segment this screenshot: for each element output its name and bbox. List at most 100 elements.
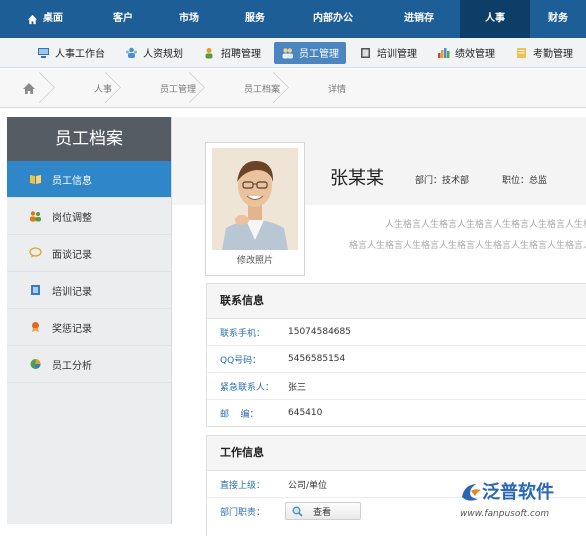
breadcrumb-item[interactable]: 员工管理 — [134, 69, 218, 107]
sidebar-title: 员工档案 — [7, 117, 171, 161]
top-nav-label: 服务 — [245, 13, 265, 24]
position-value: 总监 — [529, 176, 548, 186]
top-nav-label: 财务 — [548, 13, 568, 24]
field-value: 张三 — [288, 382, 307, 393]
department-value: 技术部 — [442, 176, 470, 186]
award-icon — [32, 322, 39, 332]
subnav-label: 招聘管理 — [221, 49, 261, 60]
avatar-image — [212, 148, 298, 250]
field-label: 邮 编： — [220, 409, 259, 420]
motto-line: 格言人生格言人生格言人生格言人生格言人生格言人生格言人 — [348, 241, 586, 251]
user-icon — [205, 47, 213, 58]
sidebar-item-interview-records[interactable]: 面谈记录 — [7, 235, 171, 272]
top-nav-label: 人事 — [485, 13, 505, 24]
users-icon — [30, 211, 41, 222]
search-icon — [292, 506, 303, 517]
section-heading: 联系信息 — [207, 284, 586, 319]
top-nav-item-desktop[interactable]: 桌面 — [0, 0, 90, 38]
field-label: QQ号码： — [220, 355, 262, 366]
book-icon — [30, 175, 41, 184]
view-duty-button[interactable]: 查看 — [285, 502, 361, 520]
motto-text: 人生格言人生格言人生格言人生格言人生格言人生格 格言人生格言人生格言人生格言人生… — [332, 215, 586, 257]
field-label: 紧急联系人： — [220, 382, 275, 393]
motto-line: 人生格言人生格言人生格言人生格言人生格言人生格 — [384, 220, 586, 230]
top-nav-label: 客户 — [113, 13, 133, 24]
info-row-mobile: 联系手机： 15074584685 — [207, 319, 586, 346]
sidebar-item-label: 员工信息 — [52, 175, 92, 187]
top-nav-label: 市场 — [179, 13, 199, 24]
book-icon — [361, 47, 370, 58]
top-nav-label: 桌面 — [43, 13, 63, 24]
field-value: 15074584685 — [288, 327, 351, 337]
book-icon — [31, 285, 40, 295]
subnav-item-training[interactable]: 培训管理 — [352, 42, 424, 64]
sidebar-item-position-adjust[interactable]: 岗位调整 — [7, 198, 171, 235]
note-icon — [517, 47, 526, 58]
sidebar-item-employee-analysis[interactable]: 员工分析 — [7, 346, 171, 383]
subnav-item-performance[interactable]: 绩效管理 — [430, 42, 502, 64]
subnav-label: 人资规划 — [143, 49, 183, 60]
contact-info-section: 联系信息 联系手机： 15074584685 QQ号码： 5456585154 … — [206, 283, 586, 427]
sidebar: 员工档案 员工信息 岗位调整 面谈记录 培训记录 奖惩记录 员工分析 — [7, 117, 172, 524]
top-nav-label: 进销存 — [404, 13, 434, 24]
subnav-label: 绩效管理 — [455, 49, 495, 60]
subnav-item-recruitment[interactable]: 招聘管理 — [196, 42, 268, 64]
change-photo-link[interactable]: 修改照片 — [206, 253, 304, 266]
position-label: 职位： — [502, 176, 530, 186]
sub-nav: 人事工作台 人资规划 招聘管理 员工管理 培训管理 绩效管理 考勤管理 — [0, 38, 586, 68]
top-nav-item-service[interactable]: 服务 — [222, 0, 288, 38]
users-icon — [282, 47, 293, 58]
subnav-label: 培训管理 — [377, 49, 417, 60]
top-nav-item-office[interactable]: 内部办公 — [288, 0, 378, 38]
top-nav-item-finance[interactable]: 财务 — [530, 0, 586, 38]
brand-logo-icon — [462, 484, 481, 501]
brand-watermark: 泛普软件 www.fanpusoft.com — [456, 475, 586, 524]
chat-icon — [29, 247, 42, 258]
photo-card: 修改照片 — [205, 142, 305, 276]
view-button-label: 查看 — [313, 507, 332, 518]
employee-photo[interactable] — [212, 148, 298, 250]
info-row-emergency-contact: 紧急联系人： 张三 — [207, 373, 586, 400]
top-nav-item-customer[interactable]: 客户 — [90, 0, 156, 38]
subnav-item-hr-workbench[interactable]: 人事工作台 — [30, 42, 112, 64]
employee-name: 张某某 — [330, 168, 384, 189]
top-nav-label: 内部办公 — [313, 13, 353, 24]
brand-url: www.fanpusoft.com — [460, 509, 550, 519]
top-nav-item-inventory[interactable]: 进销存 — [378, 0, 460, 38]
subnav-label: 考勤管理 — [533, 49, 573, 60]
department-field: 部门：技术部 — [415, 173, 469, 186]
info-row-qq: QQ号码： 5456585154 — [207, 346, 586, 373]
subnav-item-hr-planning[interactable]: 人资规划 — [118, 42, 190, 64]
field-value: 公司/单位 — [288, 480, 328, 491]
breadcrumb-item[interactable]: 人事 — [68, 69, 134, 107]
chart-icon — [438, 47, 450, 58]
breadcrumb: 人事 员工管理 员工档案 详情 — [0, 69, 586, 108]
department-label: 部门： — [415, 176, 443, 186]
info-row-postcode: 邮 编： 645410 — [207, 400, 586, 426]
field-label: 部门职责： — [220, 507, 266, 518]
people-icon — [126, 47, 137, 58]
subnav-item-attendance[interactable]: 考勤管理 — [508, 42, 580, 64]
section-heading: 工作信息 — [207, 436, 586, 471]
brand-name: 泛普软件 — [482, 482, 554, 503]
breadcrumb-current: 详情 — [328, 84, 347, 95]
position-field: 职位：总监 — [502, 173, 547, 186]
breadcrumb-item[interactable]: 员工档案 — [218, 69, 302, 107]
sidebar-item-label: 员工分析 — [52, 360, 92, 372]
sidebar-item-training-records[interactable]: 培训记录 — [7, 272, 171, 309]
top-nav-item-hr[interactable]: 人事 — [460, 0, 530, 38]
home-icon — [23, 82, 35, 94]
field-label: 直接上级： — [220, 480, 266, 491]
sidebar-item-reward-records[interactable]: 奖惩记录 — [7, 309, 171, 346]
field-label: 联系手机： — [220, 328, 266, 339]
breadcrumb-home[interactable] — [0, 69, 68, 107]
sidebar-item-employee-info[interactable]: 员工信息 — [7, 161, 171, 198]
pie-icon — [30, 359, 41, 369]
subnav-label: 员工管理 — [299, 49, 339, 60]
top-nav-item-market[interactable]: 市场 — [156, 0, 222, 38]
main-content: 修改照片 张某某 部门：技术部 职位：总监 人生格言人生格言人生格言人生格言人生… — [172, 117, 586, 536]
subnav-label: 人事工作台 — [55, 49, 105, 60]
subnav-item-employee-management[interactable]: 员工管理 — [274, 41, 346, 64]
field-value: 645410 — [288, 408, 323, 418]
field-value: 5456585154 — [288, 354, 346, 364]
